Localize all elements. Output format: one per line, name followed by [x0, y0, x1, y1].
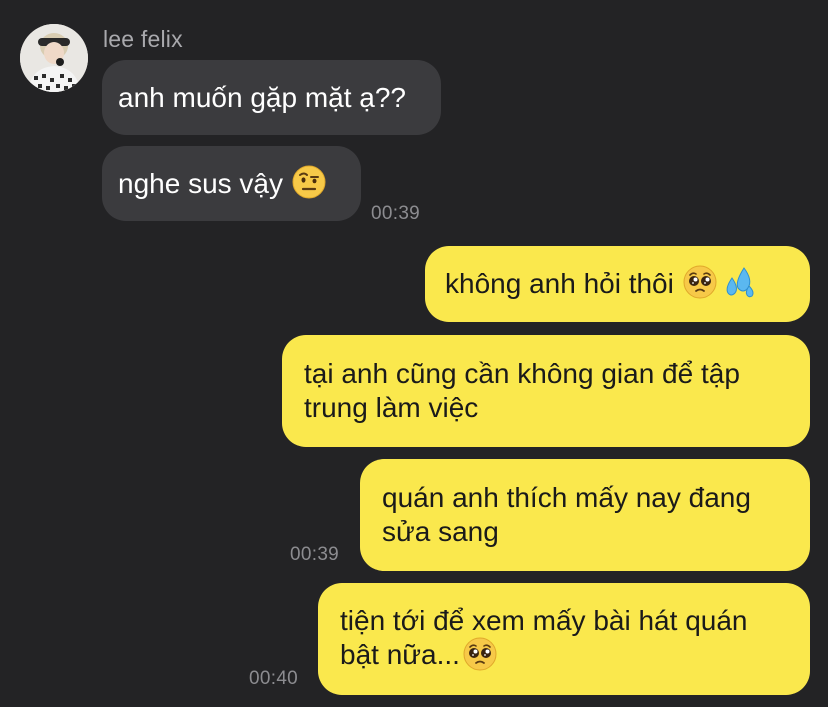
message-text: tại anh cũng cần không gian để tập trung… [304, 358, 740, 423]
incoming-message-bubble[interactable]: nghe sus vậy [102, 146, 361, 221]
avatar-photo-icon [20, 24, 88, 92]
message-timestamp: 00:40 [249, 668, 299, 689]
message-text: nghe sus vậy [118, 167, 283, 199]
contact-avatar[interactable] [20, 24, 88, 92]
outgoing-message-bubble[interactable]: tại anh cũng cần không gian để tập trung… [282, 335, 810, 447]
outgoing-message-bubble[interactable]: tiện tới để xem mấy bài hát quán bật nữa… [318, 583, 810, 695]
incoming-message-bubble[interactable]: anh muốn gặp mặt ạ?? [102, 60, 441, 135]
message-timestamp: 00:39 [290, 544, 340, 565]
raised-eyebrow-face-icon [292, 165, 326, 198]
outgoing-message-bubble[interactable]: quán anh thích mấy nay đang sửa sang [360, 459, 810, 571]
message-timestamp: 00:39 [371, 203, 421, 224]
contact-name: lee felix [103, 26, 183, 52]
sweat-droplets-icon [726, 267, 754, 298]
message-text: tiện tới để xem mấy bài hát quán bật nữa… [340, 604, 747, 675]
message-text: không anh hỏi thôi [445, 268, 674, 299]
pleading-face-icon [683, 265, 717, 299]
pleading-face-icon [463, 637, 497, 671]
outgoing-message-bubble[interactable]: không anh hỏi thôi [425, 246, 810, 322]
message-text: anh muốn gặp mặt ạ?? [118, 81, 406, 113]
message-text: quán anh thích mấy nay đang sửa sang [382, 482, 751, 547]
chat-view: lee felix anh muốn gặp mặt ạ?? nghe sus … [0, 0, 828, 707]
message-text-content: tiện tới để xem mấy bài hát quán bật nữa… [340, 604, 748, 670]
